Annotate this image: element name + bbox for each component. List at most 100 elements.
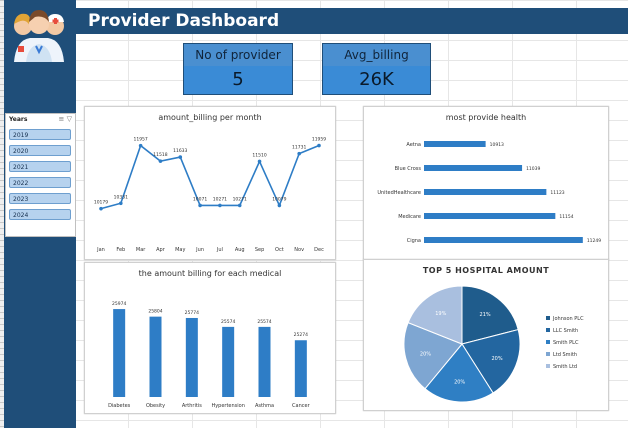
line-chart-card: amount_billing per month 10179 Jan 10331 Fe… [84,106,336,260]
y-tick-label: UnitedHealthcare [377,190,421,196]
bar [258,326,271,397]
x-tick-label: Jul [216,247,223,253]
y-tick-label: Medicare [398,214,421,220]
data-label: 25804 [148,309,162,315]
data-label: 10331 [114,194,128,200]
slicer-item[interactable]: 2019 [9,129,71,140]
data-label: 11249 [587,238,601,244]
slicer-item[interactable]: 2020 [9,145,71,156]
vertical-bar-chart: 25974 Diabetes 25804 Obesity 25774 Arthritis 2… [108,301,311,409]
doctors-logo-icon [10,3,68,62]
data-label: 10271 [213,196,227,202]
data-label: 11633 [173,148,187,154]
pie-chart: 21% 20% 20% 20% 19% Johnson PLC LLC Smith Smith… [403,285,584,403]
data-label: 25774 [185,310,199,316]
x-tick-label: Feb [116,247,125,253]
header-bar: Provider Dashboard [76,8,628,34]
data-label: 21% [480,312,491,318]
bar [424,141,486,147]
slicer-item[interactable]: 2023 [9,193,71,204]
data-label: 11510 [252,152,266,158]
data-label: 11957 [133,137,147,143]
data-label: 10079 [272,196,286,202]
data-point [218,203,222,208]
year-slicer: Years ≡ ▽ 2019 2020 2021 2022 2023 2024 [5,113,76,237]
x-tick-label: Aug [235,247,245,253]
legend-swatch [546,328,550,332]
data-label: 11518 [153,152,167,158]
data-label: 20% [491,356,502,362]
data-label: 19% [435,311,446,317]
x-tick-label: Jun [195,247,204,253]
data-label: 10071 [193,196,207,202]
x-tick-label: Mar [136,247,146,253]
bar [185,317,198,397]
kpi-label: No of provider [184,44,292,66]
y-tick-label: Cigna [407,238,421,244]
data-point [297,151,301,156]
bar [113,309,126,397]
x-tick-label: Obesity [146,403,165,409]
x-tick-label: Diabetes [108,403,131,409]
data-label: 20% [420,351,431,357]
data-label: 25974 [112,301,126,307]
data-label: 11959 [312,137,326,143]
bar [222,326,235,397]
data-point [99,206,103,211]
data-label: 25574 [221,319,235,325]
kpi-provider-count: No of provider 5 [183,43,293,95]
x-tick-label: Jan [96,247,105,253]
x-tick-label: Cancer [292,403,311,409]
bar [424,189,547,195]
x-tick-label: Oct [275,247,284,253]
bar [424,213,556,219]
legend-label: Johnson PLC [552,316,584,322]
slicer-item[interactable]: 2024 [9,209,71,220]
data-label: 25274 [294,332,308,338]
slicer-title: Years [9,116,28,123]
data-label: 10179 [94,200,108,206]
x-tick-label: Nov [294,247,304,253]
row-markers [0,0,4,428]
legend-label: Smith PLC [553,340,579,346]
data-point [277,203,282,208]
horizontal-bar-chart: Aetna 10913 Blue Cross 11039 UnitedHealthcar… [377,141,601,244]
kpi-value: 5 [184,66,292,94]
data-label: 11154 [559,214,573,220]
y-tick-label: Aetna [406,142,421,148]
data-point [257,159,262,164]
slicer-item[interactable]: 2022 [9,177,71,188]
page-title: Provider Dashboard [88,11,280,31]
data-point [317,143,321,148]
y-tick-label: Blue Cross [395,166,422,172]
line-chart: 10179 Jan 10331 Feb 11957 Mar 11518 Apr 11633 May… [94,137,326,253]
data-point [178,155,183,159]
x-tick-label: Dec [314,247,324,253]
x-tick-label: Sep [255,247,264,253]
data-label: 11123 [550,190,564,196]
data-label: 11731 [292,145,306,151]
data-label: 10913 [490,142,504,148]
data-label: 20% [454,380,465,386]
x-tick-label: Hypertension [211,403,244,409]
kpi-value: 26K [323,66,430,94]
kpi-label: Avg_billing [323,44,430,66]
data-label: 11039 [526,166,540,172]
kpi-avg-billing: Avg_billing 26K [322,43,431,95]
bar-chart-card: the amount billing for each medical 2597… [84,262,336,414]
slicer-item[interactable]: 2021 [9,161,71,172]
data-label: 25574 [257,319,271,325]
data-point [119,201,123,206]
legend-label: LLC Smith [553,328,578,334]
slicer-filter-icon[interactable]: ≡ ▽ [59,115,72,123]
hbar-chart-card: most provide health Aetna 10913 Blue Cross… [363,106,609,260]
pie-chart-card: TOP 5 HOSPITAL AMOUNT 21% 20% 20% 20% 19% Joh… [363,259,609,411]
data-label: 10271 [233,196,247,202]
legend-swatch [546,316,550,320]
bar [424,165,523,171]
x-tick-label: Asthma [255,403,274,409]
x-tick-label: Apr [156,247,166,253]
bar [149,316,162,397]
bar [424,237,583,243]
data-point [198,203,202,208]
